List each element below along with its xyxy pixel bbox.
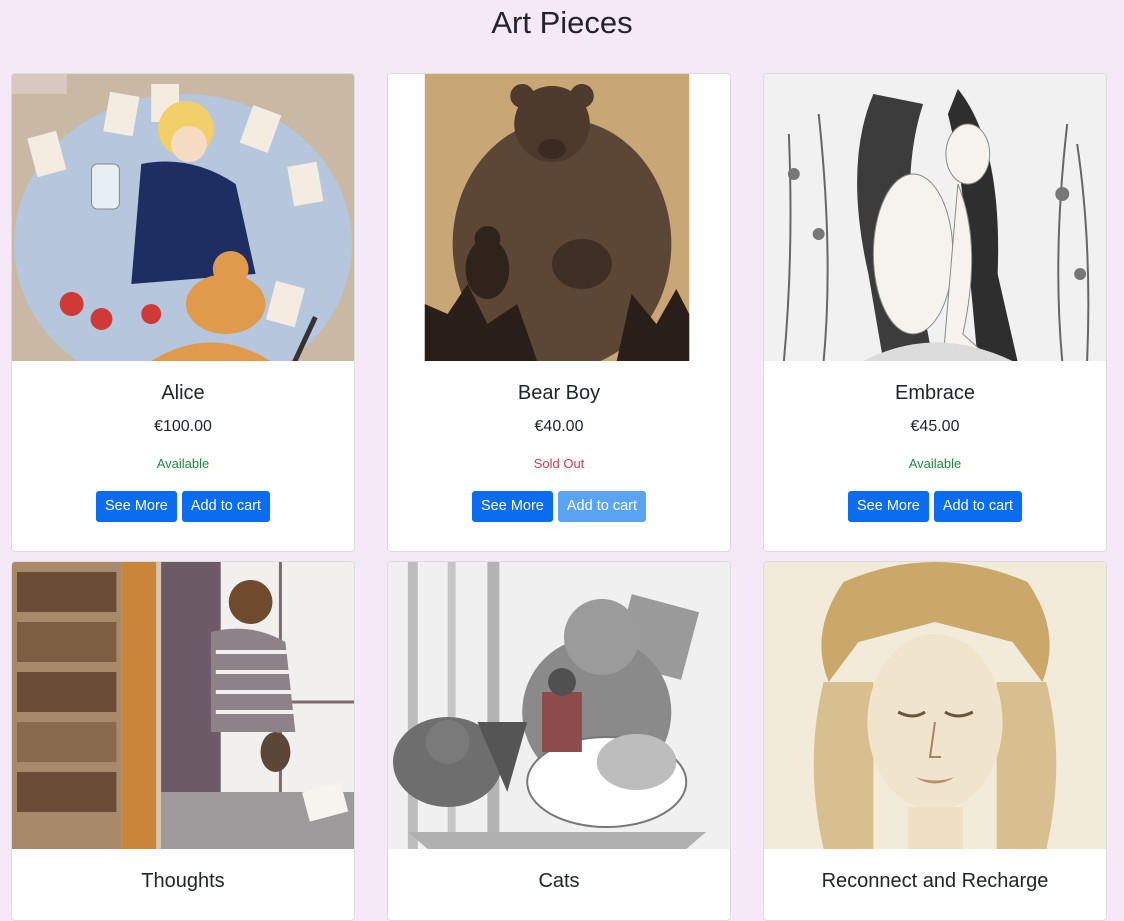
art-card-alice: Alice €100.00 Available See More Add to … (11, 73, 355, 552)
page-title: Art Pieces (491, 5, 633, 40)
artwork-image (388, 74, 730, 361)
card-price: €40.00 (534, 418, 584, 435)
card-title: Embrace (894, 382, 976, 404)
add-to-cart-button[interactable]: Add to cart (557, 491, 646, 522)
artwork-image (12, 562, 354, 849)
add-to-cart-button[interactable]: Add to cart (181, 491, 270, 522)
see-more-button[interactable]: See More (848, 491, 929, 522)
art-card-thoughts: Thoughts (11, 561, 355, 921)
art-card-bear-boy: Bear Boy €40.00 Sold Out See More Add to… (387, 73, 731, 552)
add-to-cart-button[interactable]: Add to cart (933, 491, 1022, 522)
card-title: Bear Boy (517, 382, 601, 404)
see-more-button[interactable]: See More (472, 491, 553, 522)
artwork-image (764, 74, 1106, 361)
card-actions: See More Add to cart (388, 472, 730, 546)
status-label: Available (908, 456, 962, 471)
see-more-button[interactable]: See More (96, 491, 177, 522)
card-title: Reconnect and Recharge (821, 870, 1049, 892)
status-label: Sold Out (533, 456, 585, 471)
card-title: Cats (538, 870, 580, 892)
card-actions: See More Add to cart (12, 472, 354, 546)
art-card-reconnect-and-recharge: Reconnect and Recharge (763, 561, 1107, 921)
card-price: €100.00 (154, 418, 212, 435)
artwork-image (388, 562, 730, 849)
card-title: Thoughts (141, 870, 225, 892)
card-title: Alice (161, 382, 205, 404)
card-actions: See More Add to cart (764, 472, 1106, 546)
artwork-image (12, 74, 354, 361)
status-label: Available (156, 456, 210, 471)
artwork-image (764, 562, 1106, 849)
art-card-cats: Cats (387, 561, 731, 921)
card-price: €45.00 (910, 418, 960, 435)
art-card-embrace: Embrace €45.00 Available See More Add to… (763, 73, 1107, 552)
